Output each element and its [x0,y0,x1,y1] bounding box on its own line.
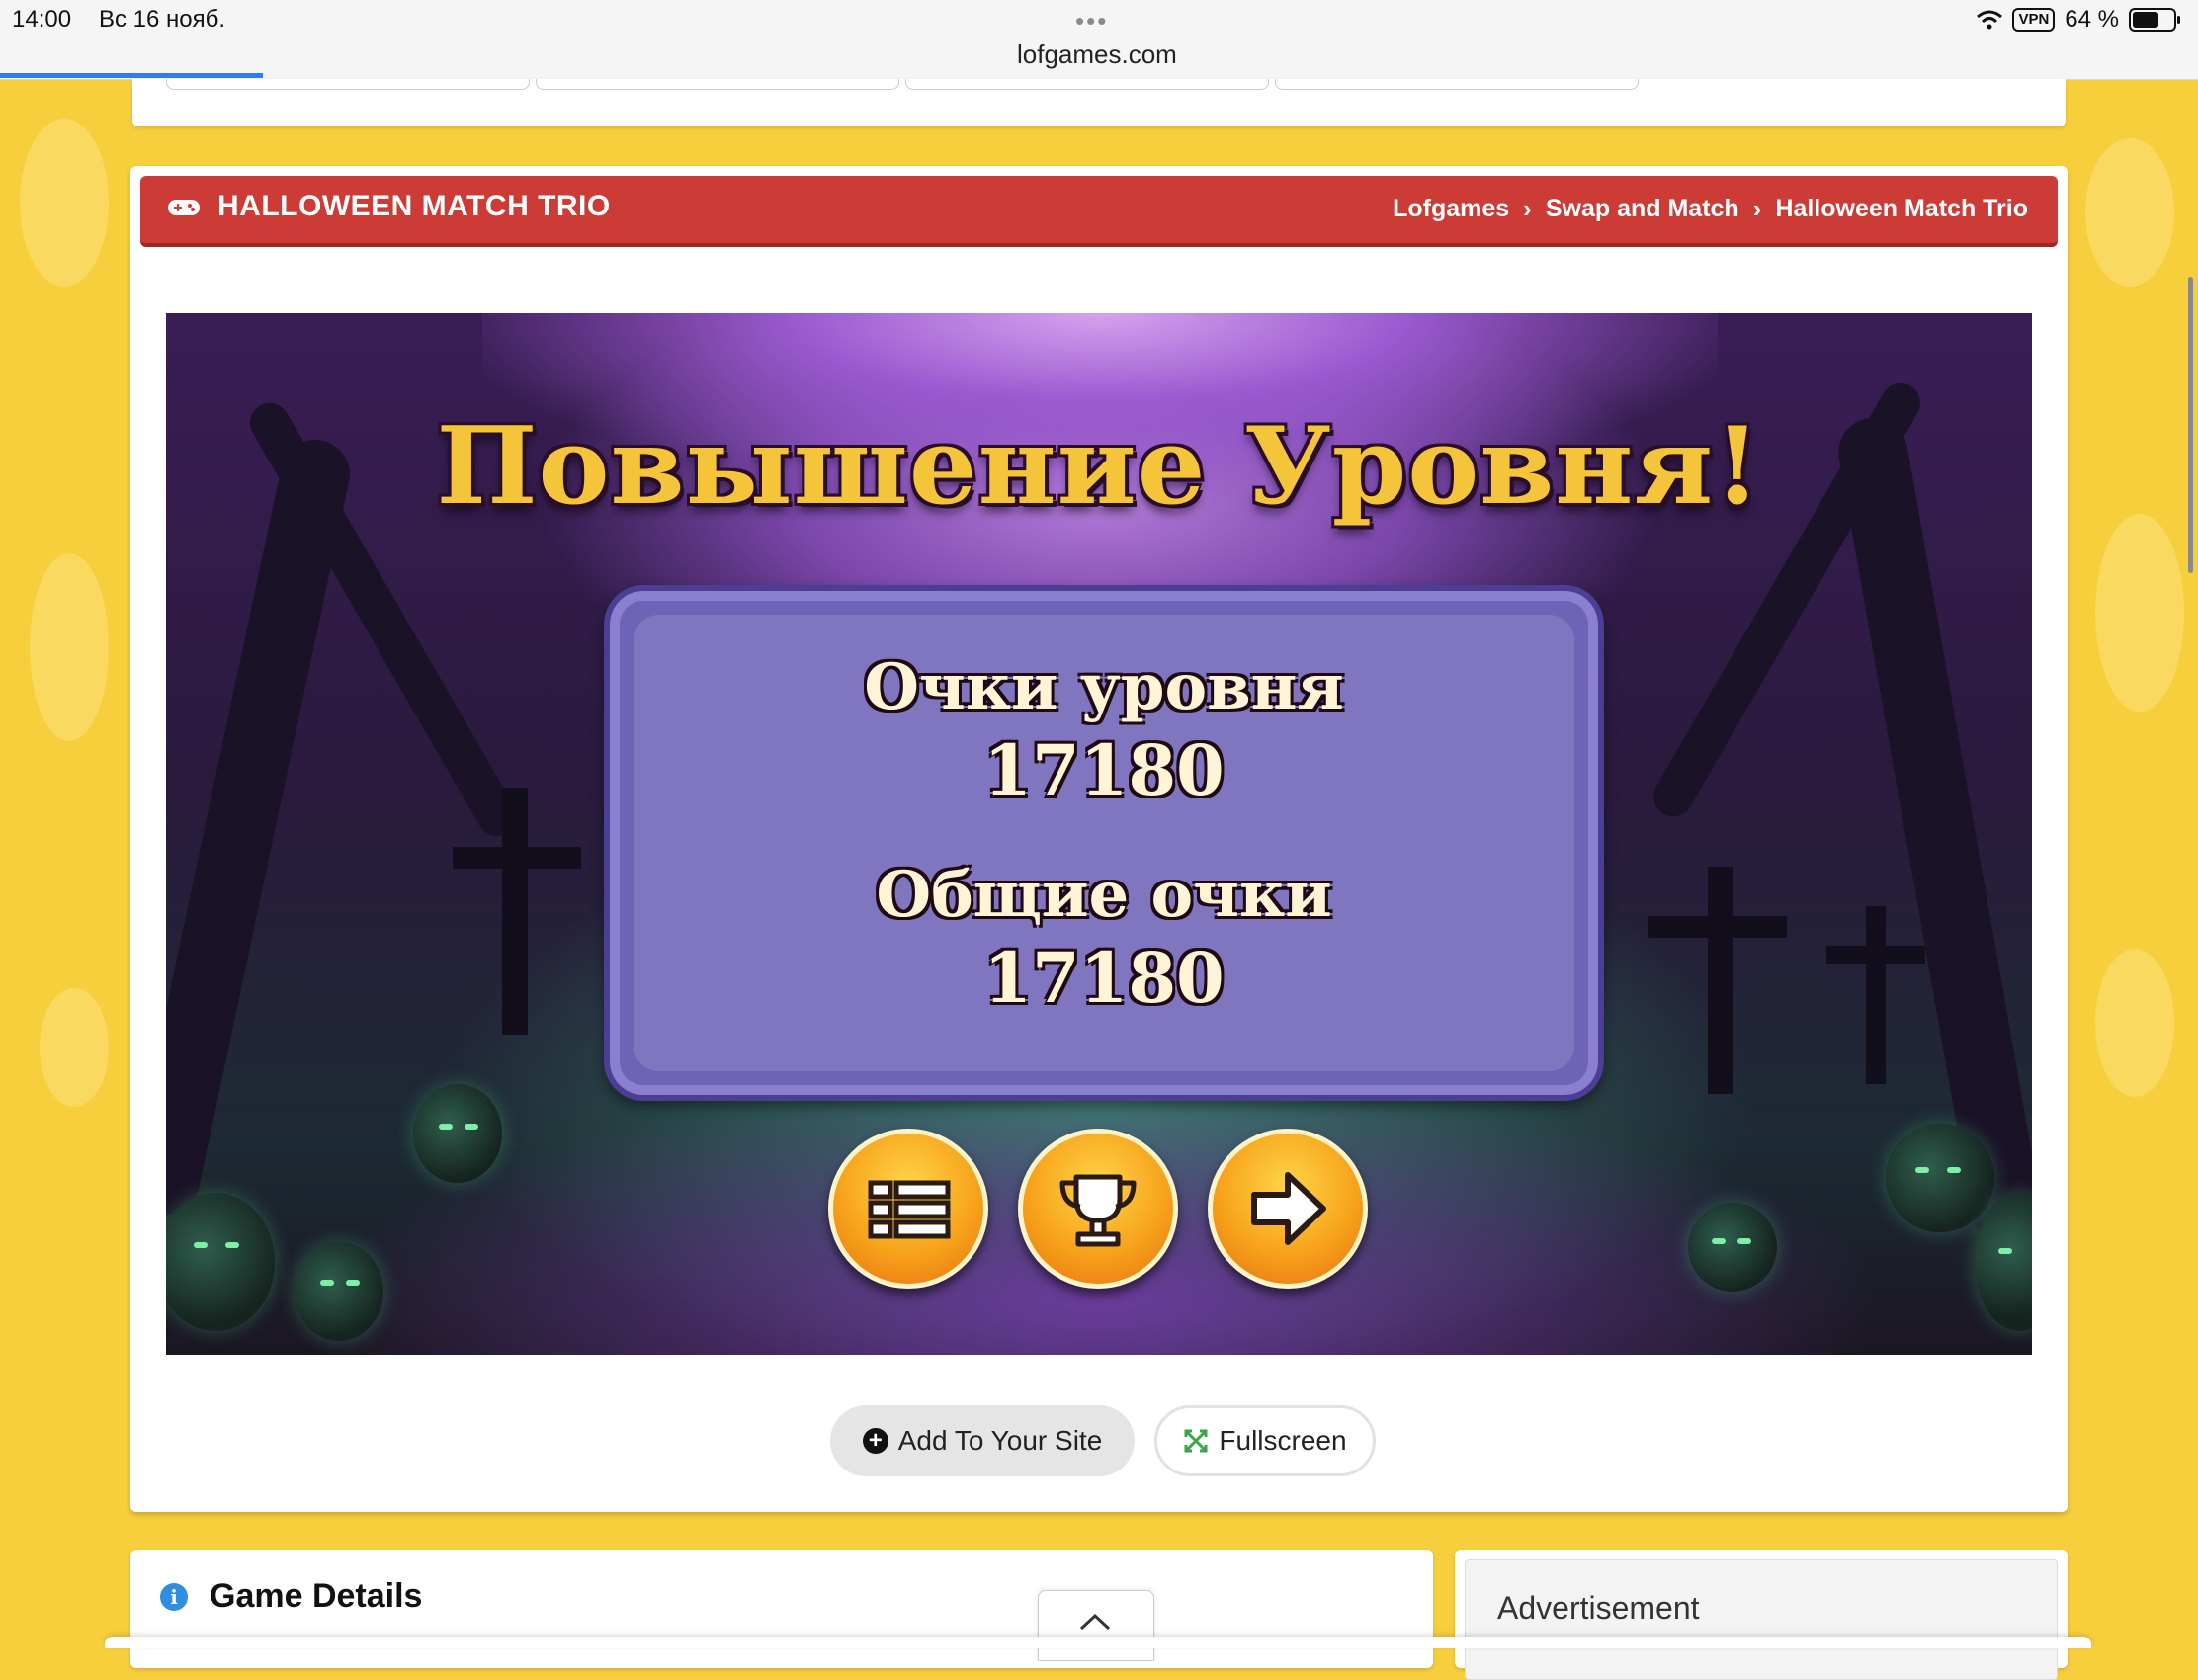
game-details-card: i Game Details [130,1550,1433,1668]
breadcrumb-link-home[interactable]: Lofgames [1393,195,1509,223]
nav-tab-fragment[interactable] [905,79,1269,90]
clock-date: Вс 16 нояб. [99,6,226,33]
pumpkin-eye [1998,1248,2012,1254]
pumpkin-eye [1915,1167,1929,1173]
scene-pumpkin [166,1193,275,1331]
breadcrumb: Lofgames › Swap and Match › Halloween Ma… [1393,194,2028,224]
scene-pumpkin [413,1084,502,1183]
breadcrumb-current: Halloween Match Trio [1775,195,2028,222]
pumpkin-eye [439,1124,453,1130]
leaderboard-button[interactable] [1018,1129,1178,1289]
level-up-headline: Повышение Уровня! [436,404,1762,529]
trophy-icon [1059,1174,1137,1247]
nav-tab-fragment[interactable] [536,79,899,90]
battery-percent: 64 % [2065,6,2119,33]
gamepad-icon [168,200,200,215]
total-score-value: 17180 [983,937,1225,1019]
pumpkin-eye [1737,1238,1751,1244]
scene-cross [502,788,528,1035]
scene-pumpkin [1688,1203,1777,1292]
address-bar-url[interactable]: lofgames.com [1017,40,1177,70]
game-canvas[interactable]: Повышение Уровня! Очки уровня 17180 Общи… [166,313,2032,1355]
scene-cross [453,847,581,869]
next-arrow-icon [1251,1172,1326,1245]
battery-icon [2129,8,2180,32]
fullscreen-button[interactable]: Fullscreen [1154,1405,1376,1476]
background-blob [2085,138,2174,287]
scroll-to-top-button[interactable] [1038,1590,1154,1661]
next-level-button[interactable] [1208,1129,1368,1289]
scene-pumpkin [1886,1124,1994,1232]
nav-tab-fragment[interactable] [166,79,530,90]
scene-cross [1648,916,1787,938]
chevron-right-icon: › [1752,194,1762,223]
add-to-site-label: Add To Your Site [897,1425,1103,1456]
browser-bottom-edge [105,1637,2091,1648]
chevron-right-icon: › [1523,194,1532,223]
chevron-up-icon [1079,1613,1111,1631]
level-score-value: 17180 [983,729,1225,811]
status-indicators: VPN 64 % [1977,6,2180,34]
advertisement-card: Advertisement [1455,1550,2068,1680]
add-to-site-button[interactable]: + Add To Your Site [830,1405,1135,1476]
page-load-progress [0,73,263,78]
scene-cross [1826,946,1925,964]
pumpkin-eye [194,1242,208,1248]
pumpkin-eye [1947,1167,1961,1173]
pumpkin-eye [465,1124,478,1130]
tab-dots-icon[interactable]: ••• [1075,6,1108,37]
scene-cross [1866,906,1886,1084]
score-panel: Очки уровня 17180 Общие очки 17180 [604,585,1604,1101]
background-blob [20,119,109,287]
expand-arrows-icon [1184,1429,1208,1453]
background-blob [2095,949,2174,1097]
pumpkin-eye [225,1242,239,1248]
advertisement-box: Advertisement [1465,1559,2058,1680]
page-title: HALLOWEEN MATCH TRIO [217,190,611,222]
scene-pumpkin [295,1242,383,1341]
game-title-bar: HALLOWEEN MATCH TRIO Lofgames › Swap and… [140,176,2058,247]
background-blob [2095,514,2184,712]
clock-time: 14:00 [12,6,72,33]
plus-circle-icon: + [862,1428,888,1454]
vpn-badge: VPN [2012,8,2056,32]
total-score-label: Общие очки [876,858,1332,932]
browser-status-bar: 14:00 Вс 16 нояб. ••• lofgames.com VPN 6… [0,0,2198,80]
background-blob [30,553,109,741]
pumpkin-eye [1712,1238,1726,1244]
info-icon: i [160,1583,188,1611]
wifi-icon [1977,10,2003,30]
menu-list-icon [868,1180,951,1239]
menu-button[interactable] [828,1129,988,1289]
fullscreen-label: Fullscreen [1219,1425,1347,1456]
advertisement-title: Advertisement [1497,1590,1700,1626]
pumpkin-eye [346,1280,360,1286]
pumpkin-eye [320,1280,334,1286]
nav-tab-fragment[interactable] [1275,79,1639,90]
level-score-label: Очки уровня [864,650,1344,724]
breadcrumb-link-category[interactable]: Swap and Match [1546,195,1739,223]
game-details-title: Game Details [210,1577,423,1615]
background-blob [40,988,109,1107]
scene-cross [1708,867,1733,1094]
page-scrollbar[interactable] [2188,277,2193,573]
top-nav-card [132,79,2066,126]
